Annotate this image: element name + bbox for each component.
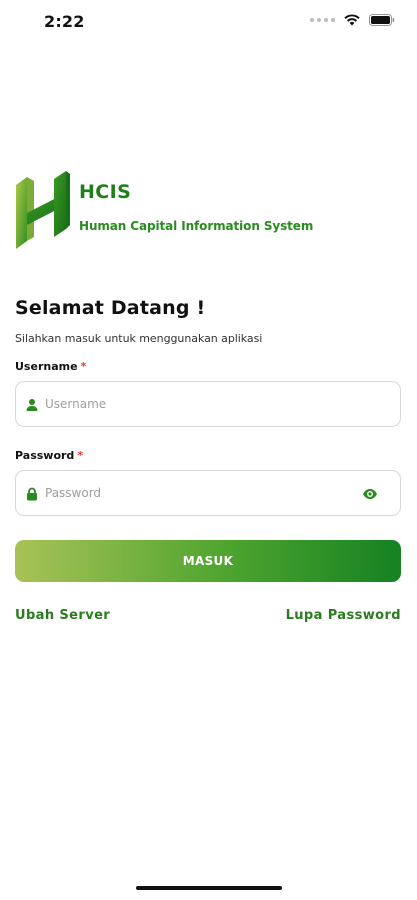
password-label-text: Password — [15, 449, 75, 462]
password-field[interactable] — [15, 470, 401, 516]
login-button[interactable]: MASUK — [15, 540, 401, 582]
password-label: Password * — [15, 449, 83, 462]
brand-title: HCIS — [79, 181, 132, 203]
username-label: Username * — [15, 360, 86, 373]
battery-icon — [369, 14, 395, 26]
login-screen: 2:22 HCIS Human Capital Information Syst… — [0, 0, 417, 900]
status-bar: 2:22 — [0, 0, 417, 44]
password-input[interactable] — [45, 471, 365, 515]
brand-subtitle: Human Capital Information System — [79, 219, 314, 233]
hcis-logo-icon — [14, 171, 78, 249]
forgot-password-link[interactable]: Lupa Password — [286, 608, 401, 623]
status-icons — [310, 14, 395, 26]
page-title: Selamat Datang ! — [15, 297, 206, 319]
username-input[interactable] — [45, 382, 365, 426]
user-icon — [25, 397, 39, 411]
eye-icon[interactable] — [362, 486, 378, 500]
page-subtitle: Silahkan masuk untuk menggunakan aplikas… — [15, 332, 263, 345]
required-mark: * — [77, 449, 84, 462]
wifi-icon — [344, 14, 360, 26]
lock-icon — [25, 486, 39, 501]
username-field[interactable] — [15, 381, 401, 427]
username-label-text: Username — [15, 360, 78, 373]
signal-dots-icon — [310, 18, 335, 22]
status-time: 2:22 — [44, 12, 85, 31]
home-indicator[interactable] — [136, 886, 282, 890]
change-server-link[interactable]: Ubah Server — [15, 608, 110, 623]
required-mark: * — [80, 360, 87, 373]
